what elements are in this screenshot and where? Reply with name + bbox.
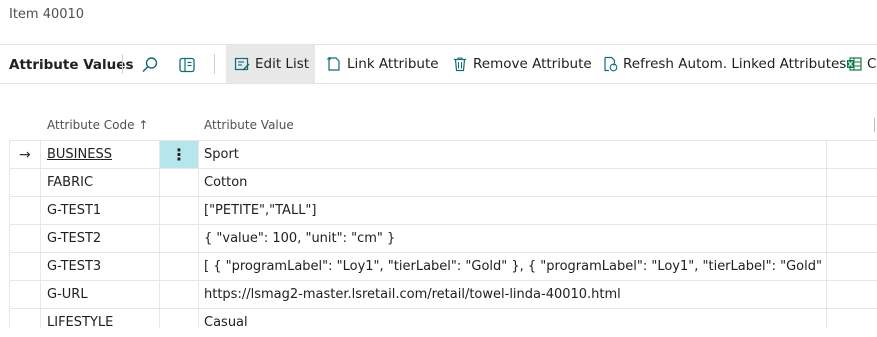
attribute-code-cell[interactable]: G-TEST3 xyxy=(47,253,157,281)
attribute-value-cell[interactable]: ["PETITE","TALL"] xyxy=(204,197,824,225)
filter-pane-icon xyxy=(179,57,195,73)
attribute-code-link[interactable]: BUSINESS xyxy=(47,141,157,169)
page-title: Item 40010 xyxy=(9,7,85,22)
edit-list-button[interactable]: Edit List xyxy=(226,45,315,83)
filter-pane-button[interactable] xyxy=(173,51,201,79)
column-resize-handle[interactable] xyxy=(874,118,875,132)
attribute-code-cell[interactable]: FABRIC xyxy=(47,169,157,197)
more-options-icon: ⋮ xyxy=(171,145,187,164)
toolbar-divider xyxy=(214,54,215,74)
attribute-code-cell[interactable]: G-TEST1 xyxy=(47,197,157,225)
attribute-value-cell[interactable]: [ { "programLabel": "Loy1", "tierLabel":… xyxy=(204,253,824,281)
edit-list-icon xyxy=(234,57,250,71)
attribute-value-cell[interactable]: Sport xyxy=(204,141,824,169)
remove-attribute-button[interactable]: Remove Attribute xyxy=(444,45,600,83)
column-header-attribute-value[interactable]: Attribute Value xyxy=(204,112,294,140)
sort-ascending-icon: ↑ xyxy=(138,118,149,132)
refresh-linked-attributes-label: Refresh Autom. Linked Attributes xyxy=(623,56,847,72)
open-in-excel-button[interactable]: C xyxy=(838,45,877,83)
attribute-value-cell[interactable]: { "value": 100, "unit": "cm" } xyxy=(204,225,824,253)
attribute-code-cell[interactable]: G-TEST2 xyxy=(47,225,157,253)
current-row-arrow-icon: → xyxy=(19,147,31,163)
attribute-code-text: BUSINESS xyxy=(47,147,112,162)
search-button[interactable] xyxy=(136,51,164,79)
column-header-code-label: Attribute Code xyxy=(47,118,135,132)
attribute-value-cell[interactable]: https://lsmag2-master.lsretail.com/retai… xyxy=(204,281,824,309)
link-attribute-label: Link Attribute xyxy=(347,56,439,72)
link-attribute-button[interactable]: Link Attribute xyxy=(318,45,447,83)
attribute-code-cell[interactable]: LIFESTYLE xyxy=(47,309,157,337)
action-bar: Attribute Values Edit List Link Attribut… xyxy=(0,44,877,84)
column-header-attribute-code[interactable]: Attribute Code ↑ xyxy=(47,112,148,140)
section-title[interactable]: Attribute Values xyxy=(9,57,133,73)
toolbar-divider xyxy=(122,54,123,74)
attribute-value-cell[interactable]: Casual xyxy=(204,309,824,337)
link-attribute-icon xyxy=(327,57,340,71)
attribute-value-cell[interactable]: Cotton xyxy=(204,169,824,197)
excel-icon xyxy=(847,57,862,71)
remove-attribute-label: Remove Attribute xyxy=(473,56,592,72)
attribute-code-cell[interactable]: G-URL xyxy=(47,281,157,309)
trash-icon xyxy=(454,57,466,72)
open-in-excel-label: C xyxy=(867,56,877,72)
refresh-linked-attributes-button[interactable]: Refresh Autom. Linked Attributes xyxy=(594,45,854,83)
search-icon xyxy=(142,57,158,73)
edit-list-label: Edit List xyxy=(255,56,310,72)
refresh-linked-icon xyxy=(604,56,618,72)
row-actions-button[interactable]: ⋮ xyxy=(160,141,198,168)
